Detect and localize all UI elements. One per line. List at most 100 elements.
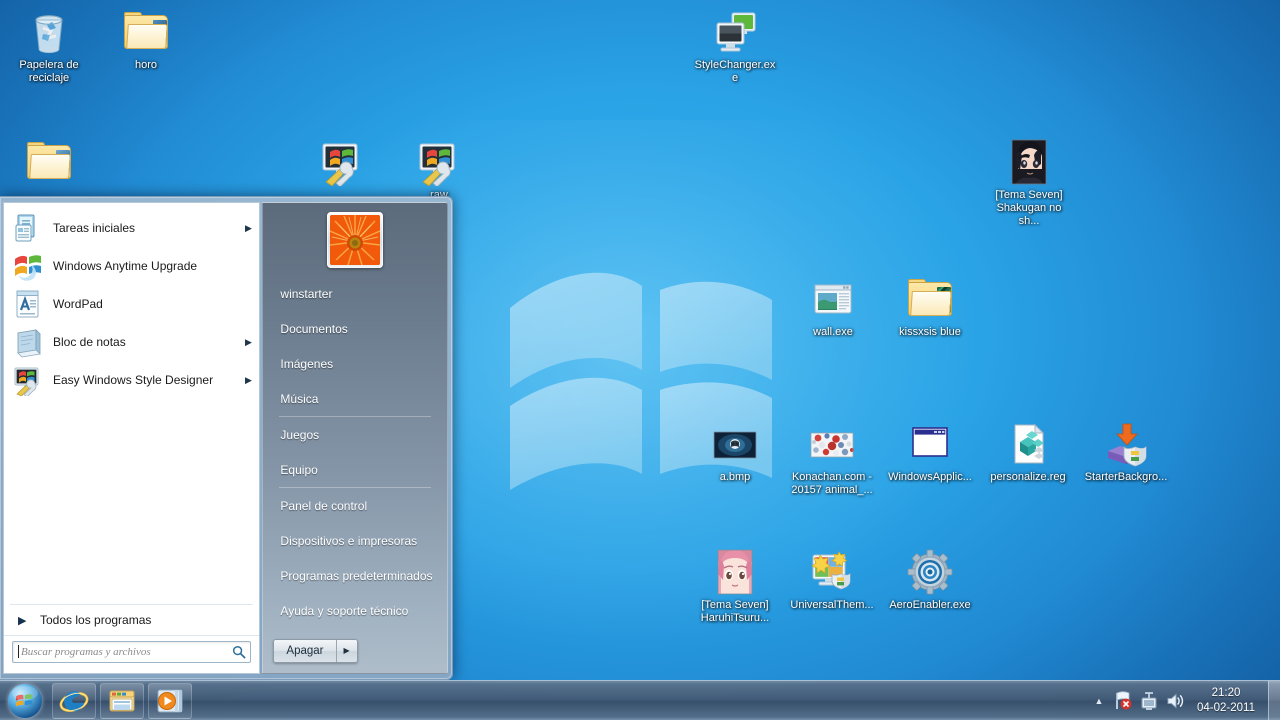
text-caret xyxy=(18,645,19,658)
desktop-icon-aeroenabler[interactable]: AeroEnabler.exe xyxy=(887,548,973,612)
start-menu-item-bloc-de-notas[interactable]: Bloc de notas ▶ xyxy=(4,323,259,361)
folder-icon xyxy=(25,138,73,186)
windows-logo-icon xyxy=(8,683,42,718)
start-menu-item-tareas-iniciales[interactable]: Tareas iniciales ▶ xyxy=(4,209,259,247)
wallpaper-app-icon xyxy=(809,275,857,323)
desktop-icon-konachan[interactable]: Konachan.com - 20157 animal_... xyxy=(789,420,875,497)
style-changer-icon xyxy=(711,8,759,56)
triangle-right-icon: ▶ xyxy=(18,614,27,627)
network-icon[interactable] xyxy=(1137,689,1161,713)
start-menu-link-juegos[interactable]: Juegos xyxy=(263,417,447,452)
desktop[interactable]: Papelera de reciclaje horo StyleChanger.… xyxy=(0,0,1280,720)
desktop-icon-label: UniversalThem... xyxy=(790,599,874,611)
desktop-icon-style-designer-2[interactable]: raw xyxy=(396,138,482,202)
clock[interactable]: 21:20 04-02-2011 xyxy=(1188,686,1264,716)
chevron-right-icon: ▶ xyxy=(244,374,252,385)
start-menu-item-label: Bloc de notas xyxy=(53,335,126,349)
start-menu-link-documentos[interactable]: Documentos xyxy=(263,311,447,346)
window-app-icon xyxy=(906,420,954,468)
clock-time: 21:20 xyxy=(1211,686,1241,699)
internet-explorer-icon xyxy=(59,686,89,716)
desktop-icon-label: AeroEnabler.exe xyxy=(889,599,971,611)
desktop-icon-personalize-reg[interactable]: personalize.reg xyxy=(985,420,1071,484)
avatar[interactable] xyxy=(327,211,384,268)
desktop-icon-stylechanger[interactable]: StyleChanger.exe xyxy=(692,8,778,85)
start-menu-link-equipo[interactable]: Equipo xyxy=(263,452,447,487)
chevron-right-icon: ▶ xyxy=(244,222,252,233)
desktop-icon-a-bmp[interactable]: a.bmp xyxy=(692,420,778,484)
desktop-icon-label: wall.exe xyxy=(813,326,853,338)
volume-icon[interactable] xyxy=(1163,689,1187,713)
taskbar-button-internet-explorer[interactable] xyxy=(52,682,96,719)
start-menu-link-ayuda-y-soporte-tecnico[interactable]: Ayuda y soporte técnico xyxy=(263,593,447,628)
shutdown-options-chevron-right-icon[interactable]: ▶ xyxy=(336,639,357,662)
desktop-icon-wall-exe[interactable]: wall.exe xyxy=(790,275,876,339)
shutdown-area: Apagar ▶ xyxy=(263,628,447,673)
start-menu-left-panel: Tareas iniciales ▶ Windows Anytime Upgra… xyxy=(3,202,261,674)
start-menu-item-windows-anytime-upgrade[interactable]: Windows Anytime Upgrade xyxy=(4,247,259,285)
getting-started-icon xyxy=(12,212,44,244)
desktop-icon-label: StyleChanger.exe xyxy=(694,59,776,84)
orange-gerbera-flower-icon xyxy=(330,214,381,265)
desktop-icon-windowsapplication[interactable]: WindowsApplic... xyxy=(887,420,973,484)
desktop-icon-shakugan[interactable]: [Tema Seven] Shakugan no sh... xyxy=(986,138,1072,228)
desktop-icon-label: Konachan.com - 20157 animal_... xyxy=(791,471,873,496)
action-center-icon[interactable] xyxy=(1111,689,1135,713)
shutdown-button-group[interactable]: Apagar ▶ xyxy=(273,638,358,663)
style-designer-icon xyxy=(12,364,44,396)
chevron-right-icon: ▶ xyxy=(244,336,252,347)
desktop-icon-label: personalize.reg xyxy=(990,471,1066,483)
start-menu-search-bar: Buscar programas y archivos xyxy=(4,635,260,673)
clock-date: 04-02-2011 xyxy=(1197,701,1255,714)
user-picture-container[interactable] xyxy=(263,203,447,276)
desktop-icon-label: a.bmp xyxy=(719,471,751,483)
start-menu-link-musica[interactable]: Música xyxy=(263,381,447,416)
start-menu-places-list: winstarter Documentos Imágenes Música Ju… xyxy=(263,276,447,628)
start-menu-link-panel-de-control[interactable]: Panel de control xyxy=(263,488,447,523)
all-programs-button[interactable]: ▶ Todos los programas xyxy=(10,605,253,635)
universal-theme-icon xyxy=(808,548,856,596)
start-menu-item-label: Windows Anytime Upgrade xyxy=(53,259,198,273)
desktop-icon-horo[interactable]: horo xyxy=(103,8,189,72)
taskbar[interactable]: ▲ 21:20 04-02-2011 xyxy=(0,680,1280,720)
show-desktop-button[interactable] xyxy=(1268,680,1280,720)
start-menu-link-programas-predeterminados[interactable]: Programas predeterminados xyxy=(263,558,447,593)
desktop-icon-label: [Tema Seven] HaruhiTsuru... xyxy=(700,599,770,624)
chevron-up-icon[interactable]: ▲ xyxy=(1088,696,1110,706)
installer-shield-icon xyxy=(1102,420,1150,468)
desktop-icon-kissxsis[interactable]: kissxsis blue xyxy=(887,275,973,339)
start-menu-item-label: WordPad xyxy=(53,297,103,311)
taskbar-button-file-explorer[interactable] xyxy=(100,682,144,719)
start-menu-link-winstarter[interactable]: winstarter xyxy=(263,276,447,311)
recycle-bin-icon xyxy=(25,8,73,56)
search-placeholder: Buscar programas y archivos xyxy=(21,645,151,658)
desktop-icon-label: WindowsApplic... xyxy=(888,471,972,483)
desktop-icon-label: Papelera de reciclaje xyxy=(19,59,79,84)
file-explorer-icon xyxy=(107,686,137,716)
desktop-icon-label: StarterBackgro... xyxy=(1084,471,1168,483)
desktop-icon-hidden-folder[interactable] xyxy=(6,138,92,189)
desktop-icon-universaltheme[interactable]: UniversalThem... xyxy=(789,548,875,612)
anytime-upgrade-icon xyxy=(12,250,44,282)
start-menu-right-panel: winstarter Documentos Imágenes Música Ju… xyxy=(262,202,448,674)
start-menu-link-dispositivos-e-impresoras[interactable]: Dispositivos e impresoras xyxy=(263,523,447,558)
start-menu-item-label: Tareas iniciales xyxy=(53,221,136,235)
start-menu-program-list: Tareas iniciales ▶ Windows Anytime Upgra… xyxy=(4,203,259,604)
start-menu-link-imagenes[interactable]: Imágenes xyxy=(263,346,447,381)
taskbar-button-windows-media-player[interactable] xyxy=(148,682,192,719)
start-menu-item-easy-windows-style-designer[interactable]: Easy Windows Style Designer ▶ xyxy=(4,361,259,399)
windows-media-player-icon xyxy=(155,686,185,716)
desktop-icon-label: kissxsis blue xyxy=(899,326,961,338)
start-menu-item-wordpad[interactable]: WordPad xyxy=(4,285,259,323)
search-icon[interactable] xyxy=(232,645,246,659)
wordpad-icon xyxy=(12,288,44,320)
desktop-icon-recycle-bin[interactable]: Papelera de reciclaje xyxy=(6,8,92,85)
search-input[interactable]: Buscar programas y archivos xyxy=(12,640,252,663)
start-button[interactable] xyxy=(2,682,48,720)
desktop-icon-haruhi[interactable]: [Tema Seven] HaruhiTsuru... xyxy=(692,548,778,625)
start-menu[interactable]: Tareas iniciales ▶ Windows Anytime Upgra… xyxy=(0,196,453,680)
desktop-icon-starterbackground[interactable]: StarterBackgro... xyxy=(1083,420,1169,484)
shutdown-button[interactable]: Apagar xyxy=(274,639,336,662)
desktop-icon-style-designer-1[interactable] xyxy=(299,138,385,189)
system-tray[interactable]: ▲ 21:20 04-02-2011 xyxy=(1088,680,1280,720)
